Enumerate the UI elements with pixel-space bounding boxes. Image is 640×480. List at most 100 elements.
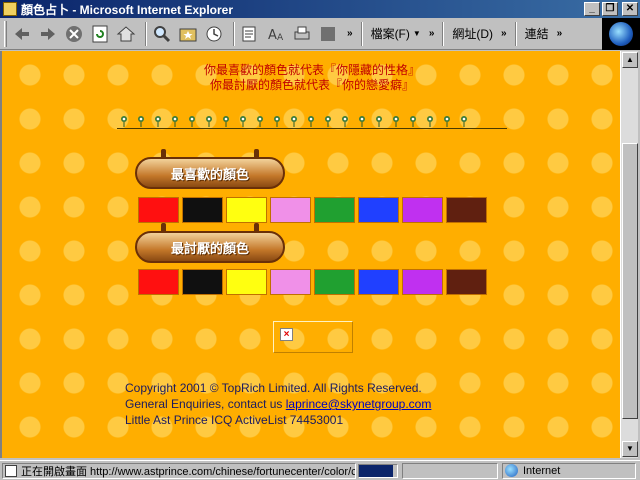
- security-zone: Internet: [502, 462, 636, 479]
- hated-swatch-blue[interactable]: [358, 269, 399, 295]
- links-overflow-chevron[interactable]: »: [557, 28, 563, 39]
- flower-icon: [270, 115, 283, 127]
- hated-swatch-brown[interactable]: [446, 269, 487, 295]
- progress-bar: [358, 463, 398, 478]
- close-button[interactable]: ✕: [622, 2, 638, 16]
- toolbar-grip[interactable]: [4, 20, 7, 47]
- stop-icon[interactable]: [63, 23, 85, 45]
- ie-throbber: [602, 18, 640, 50]
- refresh-icon[interactable]: [89, 23, 111, 45]
- status-bar: 正在開啟畫面 http://www.astprince.com/chinese/…: [0, 460, 640, 480]
- flower-icon: [423, 115, 436, 127]
- status-text-pane: 正在開啟畫面 http://www.astprince.com/chinese/…: [2, 462, 356, 479]
- history-icon[interactable]: [203, 23, 225, 45]
- hated-color-description: 你最討厭的顏色就代表『你的戀愛癖』: [209, 78, 414, 92]
- menu-overflow-chevron[interactable]: »: [429, 28, 435, 39]
- flower-icon: [406, 115, 419, 127]
- flower-icon: [287, 115, 300, 127]
- favorite-swatch-red[interactable]: [138, 197, 179, 223]
- toolbar-separator: [233, 21, 235, 46]
- favorite-swatch-purple[interactable]: [402, 197, 443, 223]
- address-bar-label[interactable]: 網址(D): [448, 25, 497, 42]
- status-text: 正在開啟畫面 http://www.astprince.com/chinese/…: [21, 465, 356, 478]
- favorite-swatch-green[interactable]: [314, 197, 355, 223]
- enquiries-label: General Enquiries, contact us: [125, 397, 286, 411]
- flower-icon: [457, 115, 470, 127]
- zone-label: Internet: [523, 464, 561, 477]
- favorites-icon[interactable]: [177, 23, 199, 45]
- favorite-swatch-black[interactable]: [182, 197, 223, 223]
- scroll-up-button[interactable]: ▲: [622, 52, 638, 68]
- hated-swatch-purple[interactable]: [402, 269, 443, 295]
- flower-icon: [117, 115, 130, 127]
- hated-swatch-yellow[interactable]: [226, 269, 267, 295]
- copyright-text: Copyright 2001 © TopRich Limited. All Ri…: [125, 381, 422, 395]
- icq-text: Little Ast Prince ICQ ActiveList 7445300…: [125, 413, 344, 427]
- enquiries-line: General Enquiries, contact us laprince@s…: [125, 396, 431, 412]
- search-icon[interactable]: [151, 23, 173, 45]
- app-icon: [3, 2, 17, 16]
- chevron-down-icon: ▼: [412, 29, 421, 38]
- title-bar: 顏色占卜 - Microsoft Internet Explorer _ ❐ ✕: [0, 0, 640, 18]
- print-icon[interactable]: [291, 23, 313, 45]
- hated-swatch-green[interactable]: [314, 269, 355, 295]
- flower-icon: [168, 115, 181, 127]
- candle-icon: [254, 223, 259, 233]
- forward-arrow-icon[interactable]: [37, 23, 59, 45]
- scroll-thumb[interactable]: [622, 143, 638, 419]
- internet-zone-icon: [505, 464, 518, 477]
- broken-image: ×: [273, 321, 353, 353]
- favorite-swatch-brown[interactable]: [446, 197, 487, 223]
- home-icon[interactable]: [115, 23, 137, 45]
- hated-swatch-red[interactable]: [138, 269, 179, 295]
- candle-icon: [254, 149, 259, 159]
- favorite-swatch-yellow[interactable]: [226, 197, 267, 223]
- toolbar-separator: [442, 21, 445, 46]
- flower-icon: [304, 115, 317, 127]
- broken-image-icon: ×: [280, 328, 293, 341]
- flower-divider: [117, 115, 507, 129]
- flower-icon: [219, 115, 232, 127]
- flower-icon: [253, 115, 266, 127]
- flower-icon: [151, 115, 164, 127]
- favorite-swatch-pink[interactable]: [270, 197, 311, 223]
- favorite-color-title: 最喜歡的顏色: [170, 167, 249, 183]
- svg-text:A: A: [268, 28, 277, 43]
- edit-icon[interactable]: [317, 23, 339, 45]
- flower-icon: [389, 115, 402, 127]
- flower-icon: [134, 115, 147, 127]
- restore-button[interactable]: ❐: [602, 2, 618, 16]
- vertical-scrollbar[interactable]: ▲ ▼: [620, 51, 638, 458]
- flower-icon: [321, 115, 334, 127]
- hated-swatch-black[interactable]: [182, 269, 223, 295]
- window-title: 顏色占卜 - Microsoft Internet Explorer: [21, 2, 234, 17]
- scroll-down-button[interactable]: ▼: [622, 441, 638, 457]
- hated-color-swatches: [138, 269, 490, 295]
- contact-email-link[interactable]: laprince@skynetgroup.com: [286, 397, 432, 411]
- progress-fill: [359, 464, 394, 477]
- page-content: 你最喜歡的顏色就代表『你隱藏的性格』 你最討厭的顏色就代表『你的戀愛癖』 最喜歡…: [0, 51, 620, 458]
- back-arrow-icon[interactable]: [11, 23, 33, 45]
- favorite-swatch-blue[interactable]: [358, 197, 399, 223]
- candle-icon: [161, 223, 166, 233]
- toolbar-separator: [514, 21, 517, 46]
- font-size-icon[interactable]: AA: [265, 23, 287, 45]
- minimize-button[interactable]: _: [584, 2, 600, 16]
- file-menu-label: 檔案(F): [370, 27, 410, 41]
- favorite-color-banner: 最喜歡的顏色: [135, 149, 285, 189]
- hated-swatch-pink[interactable]: [270, 269, 311, 295]
- toolbar-separator: [360, 21, 363, 46]
- flower-icon: [338, 115, 351, 127]
- candle-icon: [161, 149, 166, 159]
- flower-icon: [236, 115, 249, 127]
- favorite-color-swatches: [138, 197, 490, 223]
- address-overflow-chevron[interactable]: »: [501, 28, 507, 39]
- links-bar-label[interactable]: 連結: [521, 25, 553, 42]
- svg-text:A: A: [277, 33, 284, 43]
- file-menu[interactable]: 檔案(F) ▼: [367, 25, 425, 42]
- mail-icon[interactable]: [239, 23, 261, 45]
- status-blank-pane: [402, 462, 498, 479]
- page-footer: Copyright 2001 © TopRich Limited. All Ri…: [125, 380, 431, 428]
- toolbar-overflow-chevron[interactable]: »: [347, 28, 353, 39]
- toolbar-separator: [145, 21, 147, 46]
